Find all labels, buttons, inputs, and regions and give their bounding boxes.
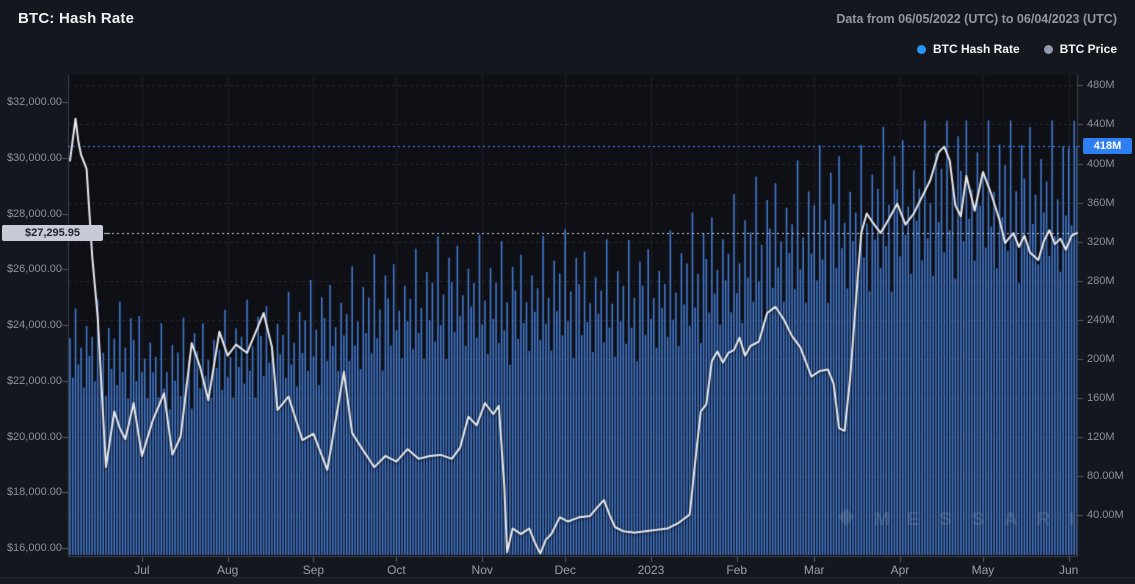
price-axis-tick: $28,000.00: [6, 207, 62, 220]
footer-divider: [0, 577, 1135, 584]
chart-panel: BTC: Hash Rate Data from 06/05/2022 (UTC…: [0, 0, 1135, 584]
time-axis-tick: Nov: [471, 563, 493, 577]
hash-axis-tick: 280M: [1087, 274, 1115, 287]
hash-axis-tick: 120M: [1087, 431, 1115, 444]
chart-canvas[interactable]: [0, 0, 1135, 584]
hash-axis-tick: 320M: [1087, 235, 1115, 248]
time-axis-tick: Dec: [554, 563, 576, 577]
hash-axis-tick: 480M: [1087, 79, 1115, 92]
time-axis-tick: Oct: [387, 563, 406, 577]
hash-axis-tick: 80.00M: [1087, 470, 1124, 483]
price-axis-tick: $16,000.00: [6, 542, 62, 554]
current-hash-badge: 418M: [1083, 137, 1132, 154]
time-axis-tick: Mar: [803, 563, 825, 577]
hash-axis-tick: 360M: [1087, 196, 1115, 209]
time-axis-tick: Feb: [726, 563, 748, 577]
time-axis-tick: Jul: [134, 563, 150, 577]
hash-axis-tick: 400M: [1087, 157, 1115, 170]
price-axis-tick: $20,000.00: [6, 430, 62, 443]
hash-axis-tick: 200M: [1087, 353, 1115, 365]
price-axis-tick: $22,000.00: [6, 374, 62, 387]
time-axis-tick: May: [971, 563, 995, 577]
time-axis-tick: Jun: [1059, 563, 1079, 577]
price-axis-tick: $32,000.00: [6, 96, 62, 108]
price-axis-tick: $24,000.00: [6, 319, 62, 331]
time-axis-tick: Aug: [217, 563, 239, 577]
price-axis-tick: $26,000.00: [6, 263, 62, 276]
price-axis-tick: $18,000.00: [6, 486, 62, 499]
time-axis-tick: Sep: [302, 563, 325, 577]
hash-axis-tick: 440M: [1087, 118, 1115, 131]
hash-axis-tick: 160M: [1087, 392, 1115, 405]
hash-axis-tick: 40.00M: [1087, 509, 1124, 522]
time-axis-tick: Apr: [890, 563, 910, 577]
current-price-badge: $27,295.95: [2, 225, 103, 242]
time-axis-tick: 2023: [637, 563, 665, 577]
price-axis-tick: $30,000.00: [6, 151, 62, 164]
hash-axis-tick: 240M: [1087, 313, 1115, 326]
